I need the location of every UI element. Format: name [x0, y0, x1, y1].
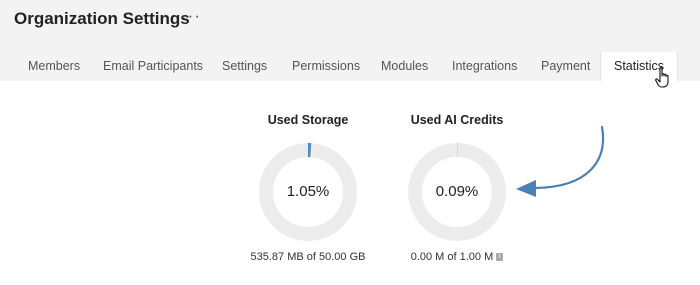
ai-credits-stat-card: Used AI Credits 0.09% 0.00 M of 1.00 Mi — [387, 113, 527, 263]
tab-bar: Members Email Participants Settings Perm… — [0, 52, 700, 81]
info-icon[interactable]: i — [496, 253, 504, 262]
storage-usage-text: 535.87 MB of 50.00 GB — [250, 251, 366, 263]
hand-pointer-icon — [655, 67, 669, 88]
ai-credits-usage-text: 0.00 M of 1.00 M — [410, 251, 494, 263]
tab-members[interactable]: Members — [28, 52, 80, 81]
ai-credits-percent: 0.09% — [435, 183, 479, 200]
tab-integrations[interactable]: Integrations — [452, 52, 517, 81]
tab-payment[interactable]: Payment — [541, 52, 590, 81]
tab-modules[interactable]: Modules — [381, 52, 428, 81]
page-title: Organization Settings — [14, 9, 190, 28]
storage-percent: 1.05% — [286, 183, 330, 200]
storage-stat-card: Used Storage 1.05% 535.87 MB of 50.00 GB — [238, 113, 378, 263]
tab-permissions[interactable]: Permissions — [292, 52, 360, 81]
storage-title: Used Storage — [267, 113, 349, 127]
curved-arrow-icon — [516, 125, 605, 197]
header-area: Organization Settings ··· Members Email … — [0, 0, 700, 81]
tab-email-participants[interactable]: Email Participants — [103, 52, 203, 81]
tab-settings[interactable]: Settings — [222, 52, 267, 81]
ai-credits-title: Used AI Credits — [410, 113, 504, 127]
more-options-icon[interactable]: ··· — [181, 6, 201, 26]
ai-credits-footer: 0.00 M of 1.00 Mi — [377, 251, 537, 263]
